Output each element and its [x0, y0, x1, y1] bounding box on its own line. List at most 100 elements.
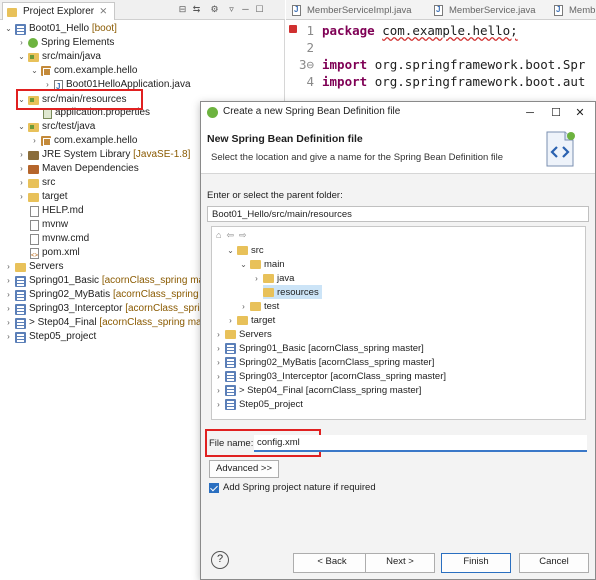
project-icon	[15, 331, 26, 343]
collapse-arrow-icon[interactable]: ›	[17, 162, 26, 176]
spring-nature-label: Add Spring project nature if required	[223, 482, 376, 493]
collapse-arrow-icon[interactable]: ›	[214, 358, 223, 367]
collapse-arrow-icon[interactable]: ›	[30, 134, 39, 148]
tree-item-mvnw[interactable]: mvnw	[30, 218, 68, 232]
folder-tree-item-main[interactable]: ⌄ main	[239, 257, 284, 271]
home-icon[interactable]: ⌂	[216, 230, 221, 241]
collapse-arrow-icon[interactable]: ›	[4, 302, 13, 316]
folder-tree-item-step05[interactable]: › Step05_project	[214, 397, 303, 411]
tree-item-spring-elements[interactable]: › Spring Elements	[17, 36, 114, 50]
editor-tab[interactable]: Memb	[554, 3, 595, 17]
project-explorer-icon	[7, 7, 17, 17]
tree-item-boot01-hello[interactable]: ⌄ Boot01_Hello [boot]	[4, 22, 117, 36]
tree-item-package[interactable]: ⌄ com.example.hello	[30, 64, 137, 78]
finish-button[interactable]: Finish	[441, 553, 511, 573]
folder-tree-item-src[interactable]: ⌄ src	[226, 243, 264, 257]
code-text: org.springframework.boot.Spr	[374, 57, 586, 72]
collapse-arrow-icon[interactable]: ›	[214, 400, 223, 409]
expand-arrow-icon[interactable]: ⌄	[226, 246, 235, 255]
source-folder-icon	[28, 123, 39, 132]
tree-item-jre-library[interactable]: › JRE System Library [JavaSE-1.8]	[17, 148, 190, 162]
tree-item-servers[interactable]: › Servers	[4, 260, 63, 274]
parent-folder-input[interactable]: Boot01_Hello/src/main/resources	[207, 206, 589, 222]
collapse-arrow-icon[interactable]: ›	[4, 330, 13, 344]
tree-item-src[interactable]: › src	[17, 176, 55, 190]
jre-version-suffix: [JavaSE-1.8]	[133, 149, 191, 160]
collapse-arrow-icon[interactable]: ›	[214, 344, 223, 353]
tab-title: Project Explorer	[23, 6, 95, 17]
expand-arrow-icon[interactable]: ⌄	[17, 120, 26, 134]
collapse-arrow-icon[interactable]: ›	[4, 260, 13, 274]
file-name-input[interactable]	[254, 435, 587, 452]
spring-nature-checkbox[interactable]	[209, 482, 219, 493]
tree-item-step05[interactable]: › Step05_project	[4, 330, 96, 344]
back-arrow-icon[interactable]: ⇦	[226, 230, 234, 241]
filter-icon[interactable]: ⚙	[209, 4, 220, 15]
tree-item-src-test-java[interactable]: ⌄ src/test/java	[17, 120, 95, 134]
advanced-button[interactable]: Advanced >>	[209, 460, 279, 478]
collapse-arrow-icon[interactable]: ›	[214, 330, 223, 339]
expand-arrow-icon[interactable]: ⌄	[30, 64, 39, 78]
maximize-view-icon[interactable]: ☐	[254, 4, 265, 15]
folder-tree-item-java[interactable]: › java	[252, 271, 294, 285]
cancel-button[interactable]: Cancel	[519, 553, 589, 573]
dialog-title-bar[interactable]: Create a new Spring Bean Definition file…	[201, 102, 595, 124]
tree-item-pom-xml[interactable]: pom.xml	[30, 246, 80, 263]
collapse-arrow-icon[interactable]: ›	[252, 274, 261, 283]
collapse-arrow-icon[interactable]: ›	[214, 386, 223, 395]
next-button[interactable]: Next >	[365, 553, 435, 573]
collapse-arrow-icon[interactable]: ›	[17, 190, 26, 204]
folder-tree-item-target[interactable]: › target	[226, 313, 275, 327]
maximize-button[interactable]: ☐	[543, 104, 569, 122]
collapse-arrow-icon[interactable]: ›	[17, 148, 26, 162]
dialog-title: Create a new Spring Bean Definition file	[223, 106, 401, 117]
tree-item-spring01[interactable]: › Spring01_Basic [acornClass_spring mast…	[4, 274, 224, 288]
expand-arrow-icon[interactable]: ⌄	[17, 50, 26, 64]
minimize-view-icon[interactable]: ─	[240, 4, 251, 15]
tree-item-mvnw-cmd[interactable]: mvnw.cmd	[30, 232, 89, 246]
folder-tree-item-spring02[interactable]: › Spring02_MyBatis [acornClass_spring ma…	[214, 355, 434, 369]
folder-tree-item-resources[interactable]: resources	[263, 285, 322, 299]
branch-suffix: [boot]	[91, 23, 117, 34]
expand-arrow-icon[interactable]: ⌄	[4, 22, 13, 36]
tree-item-label: Spring02_MyBatis	[29, 289, 111, 300]
link-with-editor-icon[interactable]: ⇆	[191, 4, 202, 15]
tab-project-explorer[interactable]: Project Explorer ⨯	[2, 2, 115, 20]
collapse-all-icon[interactable]: ⊟	[177, 4, 188, 15]
folder-tree-item-step04[interactable]: › > Step04_Final [acornClass_spring mast…	[214, 383, 421, 397]
tree-item-label: Spring03_Interceptor [acornClass_spring …	[239, 370, 446, 382]
collapse-arrow-icon[interactable]: ›	[226, 316, 235, 325]
collapse-arrow-icon[interactable]: ›	[214, 372, 223, 381]
help-button[interactable]: ?	[211, 551, 229, 569]
code-keyword: package	[322, 23, 375, 38]
tree-item-maven-dependencies[interactable]: › Maven Dependencies	[17, 162, 139, 176]
tree-item-src-main-java[interactable]: ⌄ src/main/java	[17, 50, 101, 64]
folder-tree-item-test[interactable]: › test	[239, 299, 279, 313]
spring-nature-option[interactable]: Add Spring project nature if required	[209, 482, 376, 493]
view-menu-icon[interactable]: ▿	[226, 4, 237, 15]
tree-item-step04[interactable]: › > Step04_Final [acornClass_spring mast…	[4, 316, 221, 330]
collapse-arrow-icon[interactable]: ›	[4, 316, 13, 330]
collapse-arrow-icon[interactable]: ›	[4, 274, 13, 288]
collapse-arrow-icon[interactable]: ›	[17, 176, 26, 190]
expand-arrow-icon[interactable]: ⌄	[239, 260, 248, 269]
tree-item-test-package[interactable]: › com.example.hello	[30, 134, 137, 148]
folder-tree: ⌂ ⇦ ⇨ ⌄ src ⌄ main › java resources › te…	[211, 226, 586, 420]
close-tab-icon[interactable]: ⨯	[99, 6, 107, 17]
back-button[interactable]: < Back	[293, 553, 371, 573]
folder-tree-item-servers[interactable]: › Servers	[214, 327, 272, 341]
tree-item-label: Spring01_Basic	[29, 275, 100, 286]
tree-item-target[interactable]: › target	[17, 190, 68, 204]
folder-tree-item-spring03[interactable]: › Spring03_Interceptor [acornClass_sprin…	[214, 369, 446, 383]
forward-arrow-icon[interactable]: ⇨	[239, 230, 247, 241]
collapse-arrow-icon[interactable]: ›	[239, 302, 248, 311]
folder-tree-item-spring01[interactable]: › Spring01_Basic [acornClass_spring mast…	[214, 341, 424, 355]
tree-item-help-md[interactable]: HELP.md	[30, 204, 84, 218]
collapse-arrow-icon[interactable]: ›	[4, 288, 13, 302]
editor-tab[interactable]: MemberService.java	[434, 3, 536, 17]
collapse-arrow-icon[interactable]: ›	[17, 36, 26, 50]
close-button[interactable]: ✕	[567, 104, 593, 122]
tree-item-label: > Step04_Final	[29, 317, 97, 328]
minimize-button[interactable]: ─	[517, 104, 543, 122]
editor-tab[interactable]: MemberServiceImpl.java	[292, 3, 412, 17]
